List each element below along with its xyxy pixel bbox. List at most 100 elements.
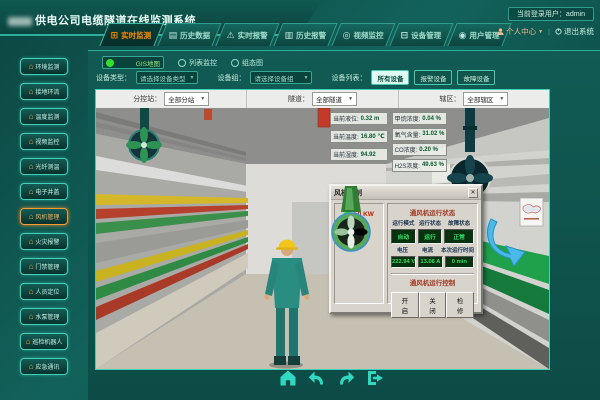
h2s-readout: H2S浓度:49.63 % [392, 159, 448, 172]
sidebar-item-emergency-comm[interactable]: ⌂应急通讯 [20, 358, 68, 375]
run-state-value: 运行 [418, 229, 443, 244]
fan-illustration [331, 186, 371, 258]
sidebar-item-fire-alarm[interactable]: ⌂火灾报警 [20, 233, 68, 250]
humidity-readout: 当前湿度:94.92 [330, 148, 388, 161]
power-icon [555, 28, 562, 35]
sidebar-item-manhole-cover[interactable]: ⌂电子井盖 [20, 183, 68, 200]
user-icon: ◉ [459, 31, 467, 40]
fire-hydrant-box [318, 108, 330, 127]
home-icon: ⌂ [29, 288, 34, 296]
fan-stop-button[interactable]: 关闭 [419, 292, 447, 318]
tab-realtime-alarm[interactable]: ⚠实时报警 [215, 23, 279, 46]
district-select[interactable]: 全部辖区▼ [463, 92, 508, 106]
radio-dot [106, 59, 114, 67]
fault-devices-button[interactable]: 故障设备 [457, 70, 495, 85]
radio-list-monitor[interactable]: 列表监控 [178, 58, 217, 68]
sidebar-item-personnel-location[interactable]: ⌂人员定位 [20, 283, 68, 300]
sidebar-item-inspection-robot[interactable]: ⌂巡检机器人 [20, 333, 68, 350]
realtime-monitor-icon: ⊞ [111, 31, 119, 40]
home-icon: ⌂ [29, 188, 34, 196]
redacted-company-name [8, 17, 32, 26]
tab-video-monitor[interactable]: ◎视频监控 [331, 23, 395, 46]
chevron-down-icon: ▼ [348, 96, 353, 102]
divider [391, 273, 474, 275]
sidebar-item-access-control[interactable]: ⌂门禁管理 [20, 258, 68, 275]
exit-button[interactable] [365, 368, 385, 388]
close-icon[interactable]: ✕ [468, 188, 478, 198]
fan-start-button[interactable]: 开启 [391, 292, 419, 318]
device-type-label: 设备类型： [96, 73, 131, 83]
tab-history-data[interactable]: ▤历史数据 [157, 23, 221, 46]
run-mode-label: 运行模式 [391, 219, 416, 227]
forward-arrow-icon [336, 368, 356, 388]
tunnel-select[interactable]: 全部隧道▼ [312, 92, 357, 106]
tab-device-manage[interactable]: ⊟设备管理 [389, 23, 453, 46]
device-filter-row: 设备类型： 请选择设备类型▼ 设备组： 请选择设备组▼ 设备列表： 所有设备 报… [96, 70, 495, 85]
runtime-label: 本次运行时间 [441, 246, 474, 254]
top-nav-tabs: ⊞实时监测 ▤历史数据 ⚠实时报警 ▥历史报警 ◎视频监控 ⊟设备管理 ◉用户管… [104, 23, 510, 46]
logout-link[interactable]: 退出系统 [555, 26, 594, 37]
main-panel: GIS地图 列表监控 组态图 设备类型： 请选择设备类型▼ 设备组： 请选择设备… [88, 50, 600, 400]
radio-dot [178, 59, 186, 67]
viewport-filter-bar: 分控站： 全部分站▼ 隧道： 全部隧道▼ 辖区： 全部辖区▼ [96, 90, 549, 109]
personal-center-link[interactable]: 个人中心▼ [497, 26, 543, 37]
voltage-value: 222.94 V [391, 256, 416, 268]
chevron-down-icon: ▼ [538, 29, 543, 35]
history-data-icon: ▤ [169, 31, 178, 40]
home-icon: ⌂ [29, 113, 34, 121]
home-button[interactable] [278, 368, 298, 388]
tab-realtime-monitor[interactable]: ⊞实时监测 [99, 23, 163, 46]
sidebar-item-environment[interactable]: ⌂环境监测 [20, 58, 68, 75]
home-icon: ⌂ [29, 363, 34, 371]
radio-gis-map[interactable]: GIS地图 [102, 56, 164, 69]
water-level-readout: 当前液位:0.32 m [330, 112, 388, 125]
sidebar-item-temperature[interactable]: ⌂温度监测 [20, 108, 68, 125]
station-select[interactable]: 全部分站▼ [164, 92, 209, 106]
home-icon: ⌂ [29, 238, 34, 246]
station-label: 分控站： [133, 94, 161, 104]
video-icon: ◎ [343, 31, 351, 40]
person-icon [497, 28, 504, 35]
sidebar: ⌂环境监测 ⌂接地环流 ⌂温度监测 ⌂视频监控 ⌂光纤测温 ⌂电子井盖 ⌂风机管… [0, 52, 88, 400]
tab-history-alarm[interactable]: ▥历史报警 [273, 23, 337, 46]
home-icon: ⌂ [29, 63, 34, 71]
tunnel-viewport: 分控站： 全部分站▼ 隧道： 全部隧道▼ 辖区： 全部辖区▼ [95, 89, 550, 370]
current-label: 电流 [416, 246, 439, 254]
device-type-select[interactable]: 请选择设备类型▼ [136, 71, 198, 84]
run-state-label: 运行状态 [418, 219, 443, 227]
chevron-down-icon: ▼ [190, 75, 195, 81]
exit-icon [365, 368, 385, 388]
chevron-down-icon: ▼ [200, 96, 205, 102]
device-icon: ⊟ [401, 31, 409, 40]
sidebar-item-fiber-temp[interactable]: ⌂光纤测温 [20, 158, 68, 175]
voltage-label: 电压 [391, 246, 414, 254]
co-readout: CO浓度:0.20 % [392, 143, 448, 156]
sidebar-item-ground-current[interactable]: ⌂接地环流 [20, 83, 68, 100]
methane-readout: 甲烷浓度:0.04 % [392, 112, 448, 125]
bottom-nav [278, 368, 385, 388]
runtime-value: 0 min [445, 256, 474, 268]
sidebar-item-video[interactable]: ⌂视频监控 [20, 133, 68, 150]
tunnel-label: 隧道： [288, 94, 309, 104]
device-list-label: 设备列表： [331, 73, 366, 83]
sidebar-item-pump-manage[interactable]: ⌂水泵管理 [20, 308, 68, 325]
all-devices-button[interactable]: 所有设备 [371, 70, 409, 85]
status-section-header: 通风机运行状态 [391, 207, 474, 217]
device-group-label: 设备组： [217, 73, 245, 83]
tunnel-3d-scene[interactable]: 当前液位:0.32 m 当前温度:16.80 ℃ 当前湿度:94.92 甲烷浓度… [96, 108, 549, 369]
district-label: 辖区： [439, 94, 460, 104]
device-group-select[interactable]: 请选择设备组▼ [250, 71, 312, 84]
temperature-readout: 当前温度:16.80 ℃ [330, 130, 388, 143]
fault-state-label: 故障状态 [444, 219, 474, 227]
radio-scada-view[interactable]: 组态图 [231, 58, 263, 68]
history-alarm-icon: ▥ [285, 31, 294, 40]
forward-button[interactable] [336, 368, 356, 388]
environment-readouts: 当前液位:0.32 m 当前温度:16.80 ℃ 当前湿度:94.92 甲烷浓度… [330, 112, 447, 172]
fan-control-dialog: 风机控制 ✕ 50 KW [329, 184, 483, 314]
fan-data-panel: 通风机运行状态 运行模式 运行状态 故障状态 自动 运行 正常 电压 [387, 203, 478, 304]
back-button[interactable] [307, 368, 327, 388]
fan-maintenance-button[interactable]: 检修 [446, 292, 474, 318]
sidebar-item-fan-manage[interactable]: ⌂风机管理 [20, 208, 68, 225]
alarm-devices-button[interactable]: 报警设备 [414, 70, 452, 85]
chevron-down-icon: ▼ [304, 75, 309, 81]
